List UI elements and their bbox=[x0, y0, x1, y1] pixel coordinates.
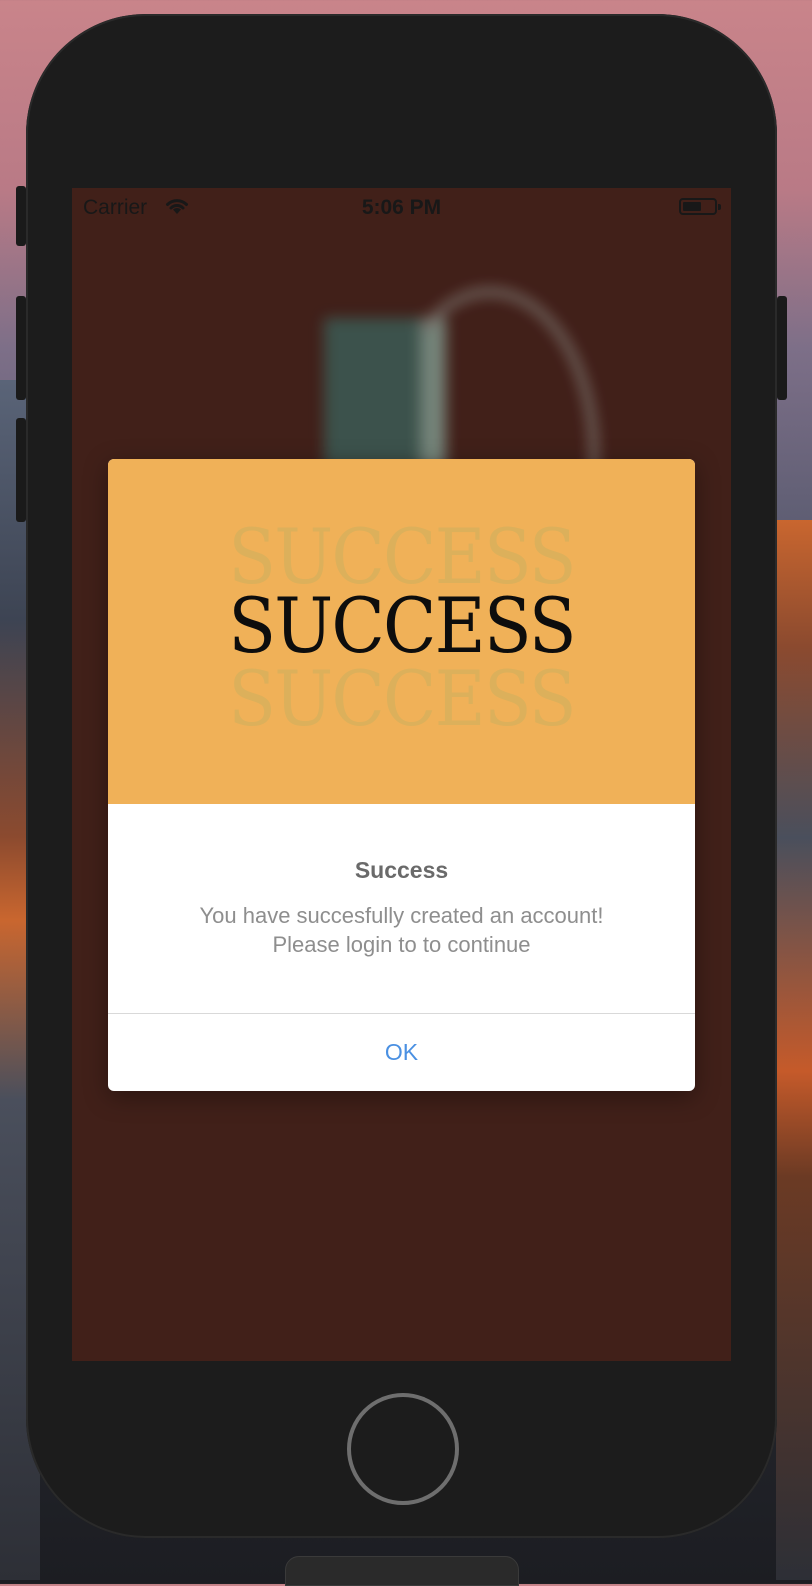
wallpaper-right bbox=[776, 520, 812, 1580]
success-alert: SUCCESS SUCCESS SUCCESS Success You have… bbox=[108, 459, 695, 1091]
alert-message: You have succesfully created an account!… bbox=[128, 901, 675, 959]
banner-ghost-word-bottom: SUCCESS bbox=[228, 654, 576, 743]
mute-switch bbox=[16, 186, 26, 246]
alert-message-line1: You have succesfully created an account! bbox=[199, 903, 604, 928]
alert-banner: SUCCESS SUCCESS SUCCESS bbox=[108, 459, 695, 804]
volume-up-button bbox=[16, 296, 26, 400]
alert-message-line2: Please login to to continue bbox=[272, 932, 531, 957]
volume-down-button bbox=[16, 418, 26, 522]
ok-button[interactable]: OK bbox=[108, 1014, 695, 1091]
alert-title: Success bbox=[354, 857, 449, 883]
power-button bbox=[777, 296, 787, 400]
app-screen: Carrier 5:06 PM SUCCESS SUCCESS SUCCESS … bbox=[72, 188, 731, 1361]
bottom-dock-edge bbox=[285, 1556, 519, 1586]
home-button[interactable] bbox=[347, 1393, 459, 1505]
